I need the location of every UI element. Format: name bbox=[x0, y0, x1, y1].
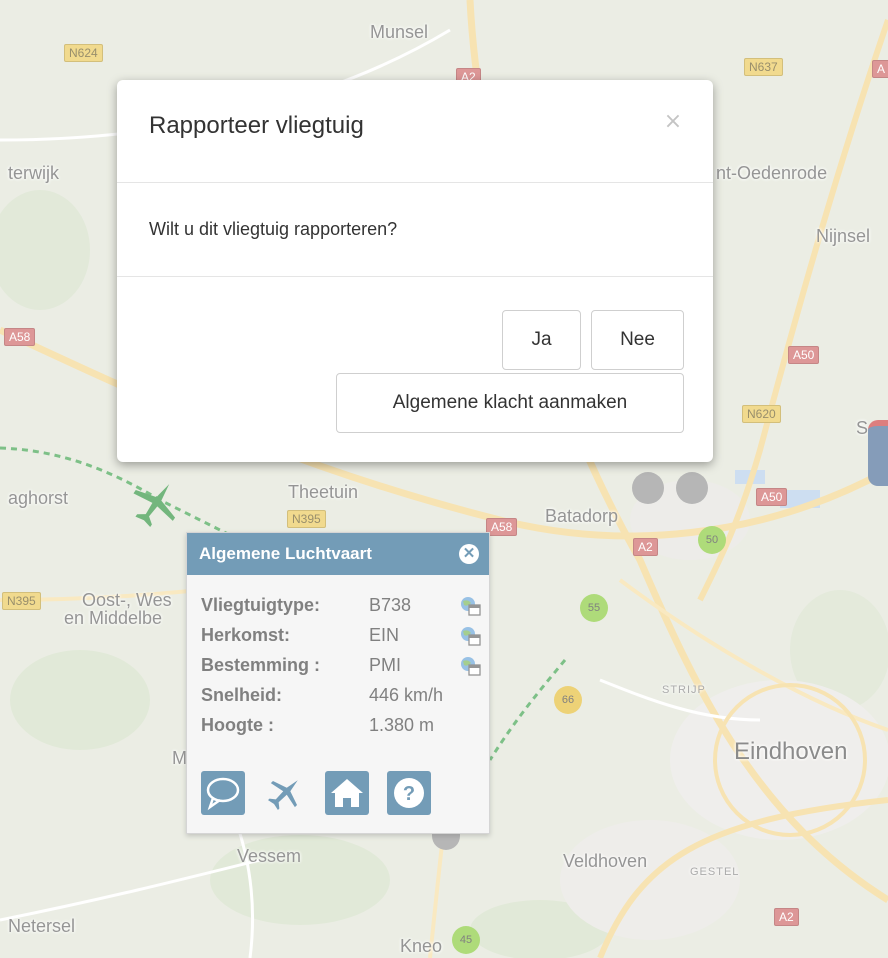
dialog-message: Wilt u dit vliegtuig rapporteren? bbox=[149, 219, 398, 239]
dialog-title: Rapporteer vliegtuig bbox=[149, 112, 364, 139]
yes-button[interactable]: Ja bbox=[502, 310, 581, 370]
report-aircraft-dialog: Rapporteer vliegtuig × Wilt u dit vliegt… bbox=[117, 80, 713, 462]
no-button[interactable]: Nee bbox=[591, 310, 684, 370]
dialog-footer-divider bbox=[117, 276, 713, 277]
close-icon[interactable]: × bbox=[661, 108, 685, 136]
dialog-header-divider bbox=[117, 182, 713, 183]
create-general-complaint-button[interactable]: Algemene klacht aanmaken bbox=[336, 373, 684, 433]
